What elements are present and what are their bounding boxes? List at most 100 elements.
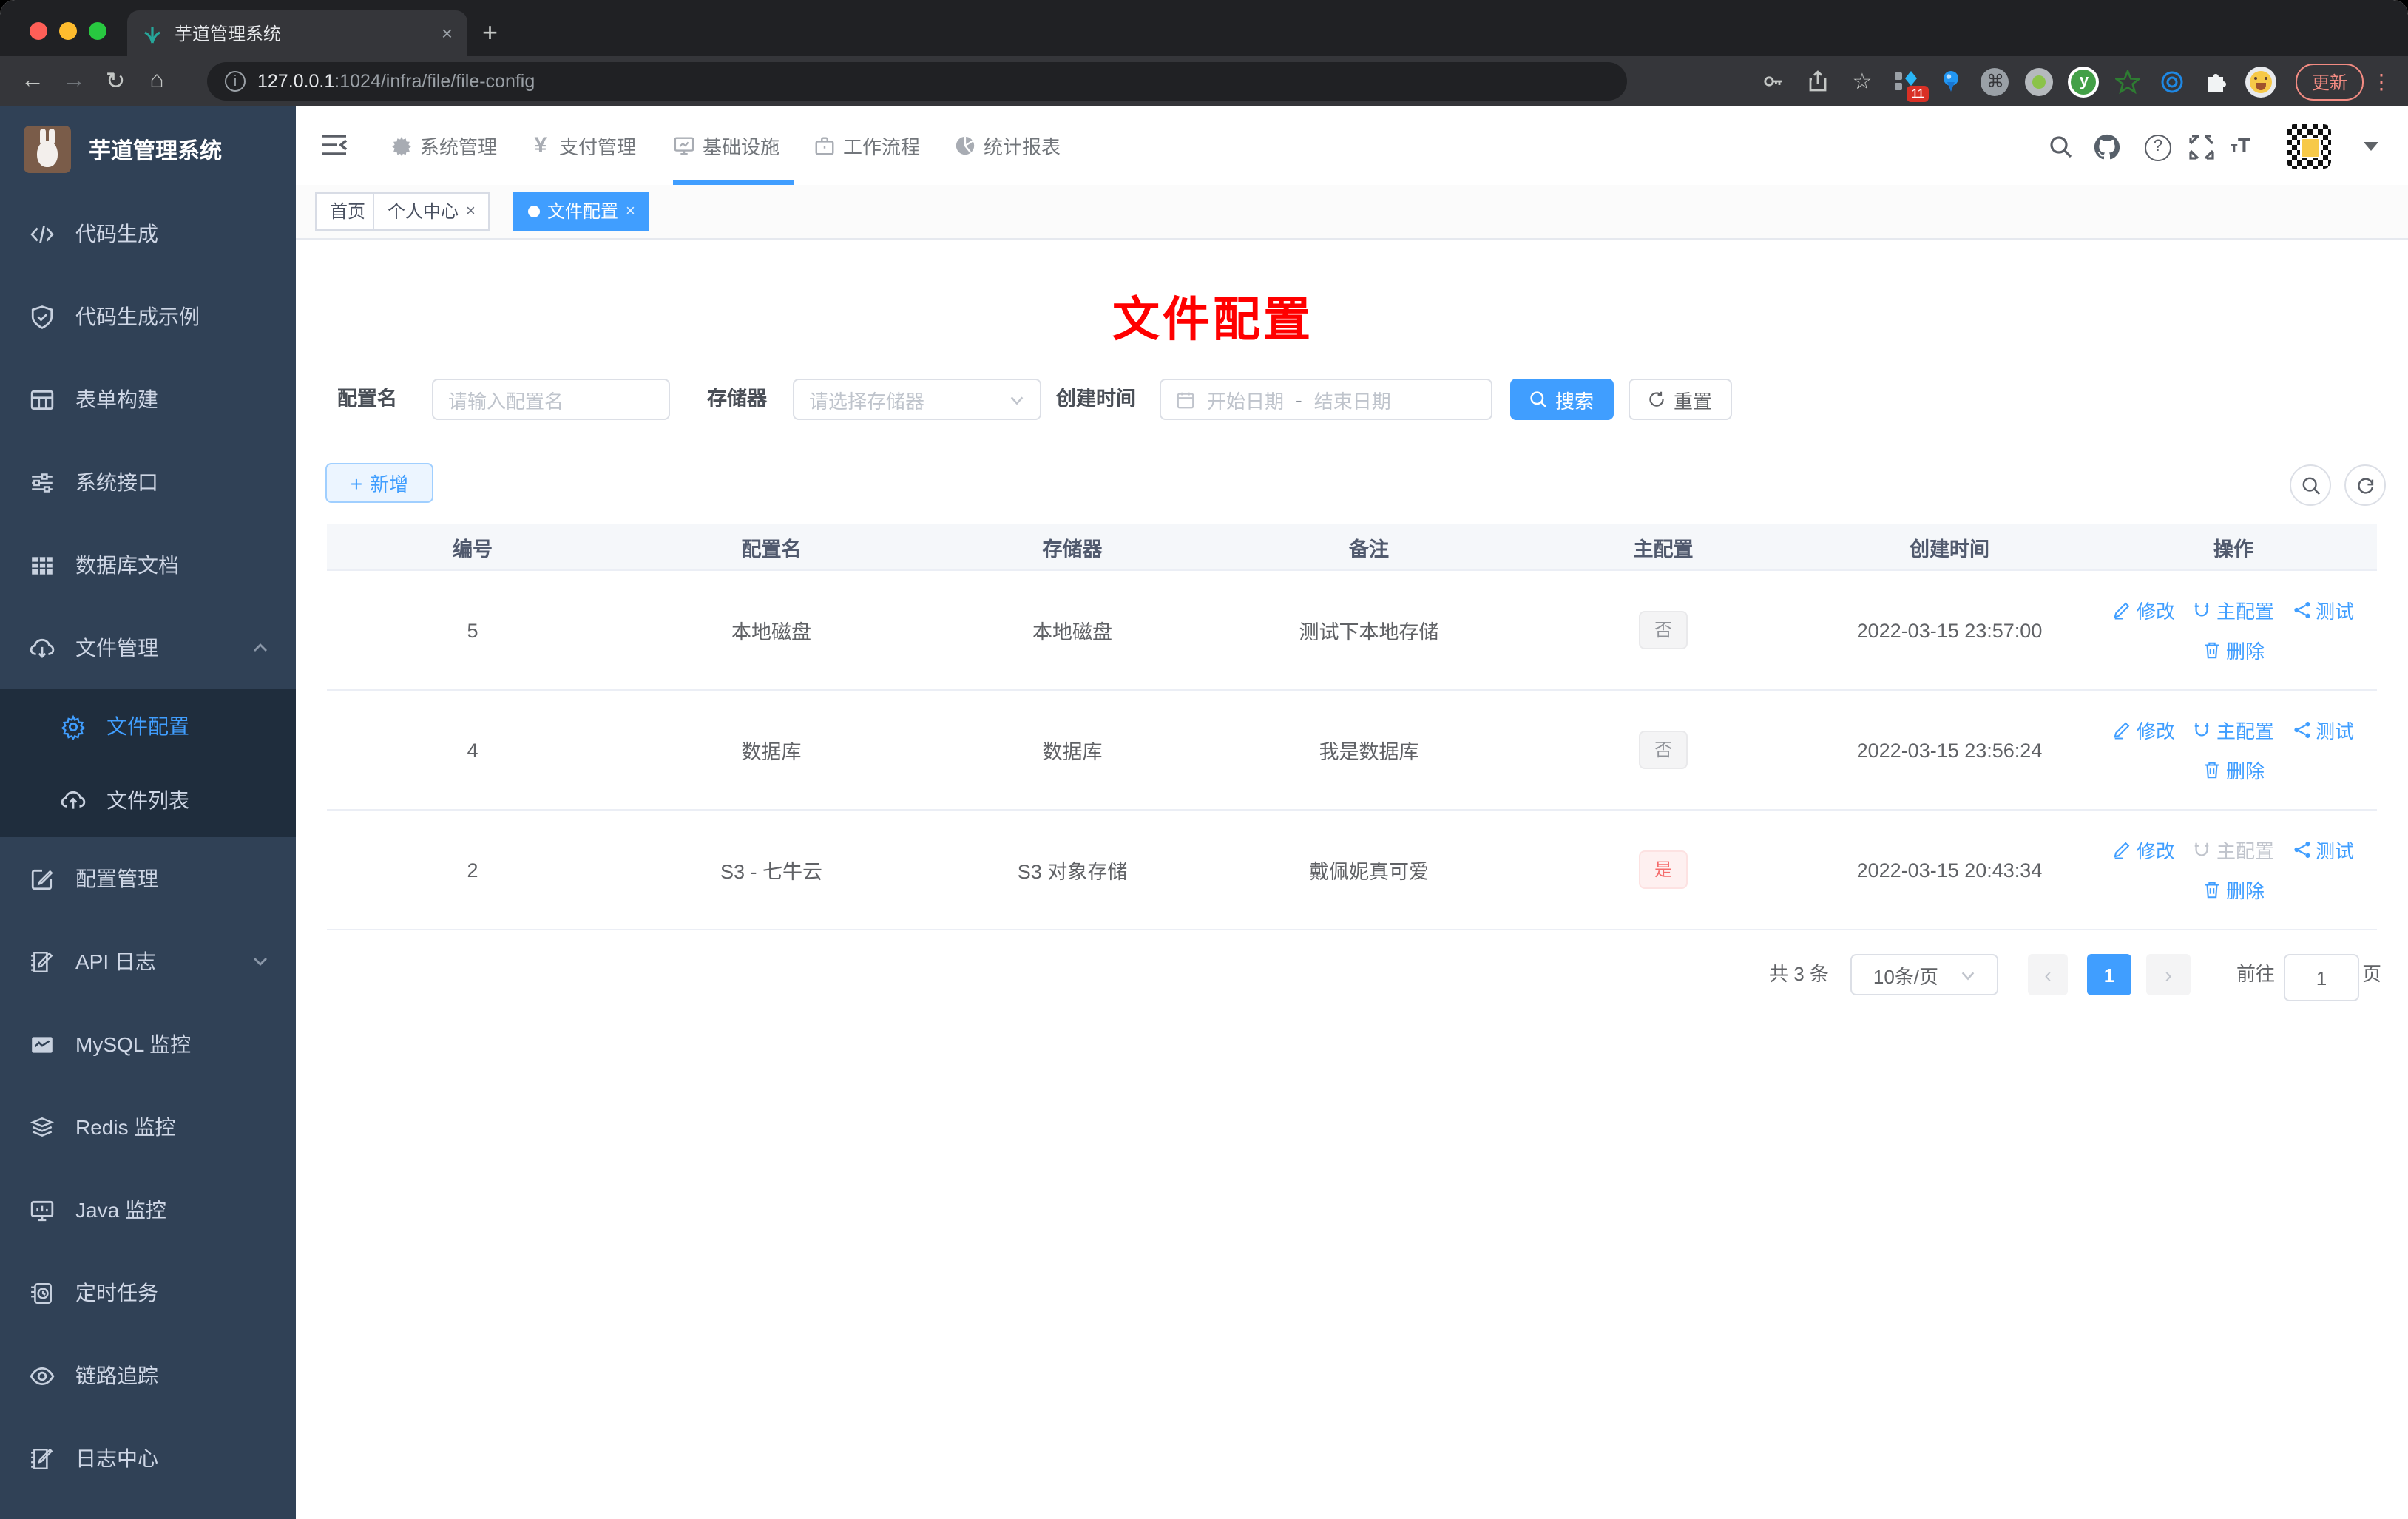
sidebar-item-system-api[interactable]: 系统接口 — [0, 441, 296, 524]
extensions-puzzle-icon[interactable] — [2201, 65, 2233, 98]
search-icon[interactable] — [2049, 135, 2074, 160]
table-search-toggle-button[interactable] — [2290, 464, 2331, 506]
sidebar-item-code-gen[interactable]: 代码生成 — [0, 192, 296, 275]
profile-emoji-avatar[interactable] — [2245, 65, 2278, 98]
extension-command-icon[interactable]: ⌘ — [1979, 65, 2012, 98]
edit-link[interactable]: 修改 — [2113, 596, 2175, 624]
site-info-icon[interactable]: i — [225, 71, 246, 92]
close-icon[interactable]: × — [626, 194, 635, 229]
browser-tab[interactable]: 芋道管理系统 × — [127, 10, 467, 56]
fullscreen-icon[interactable] — [2189, 135, 2214, 160]
topnav-payment[interactable]: ¥ 支付管理 — [530, 106, 636, 185]
test-link[interactable]: 测试 — [2292, 836, 2354, 864]
github-icon[interactable] — [2093, 133, 2121, 161]
extension-eye-icon[interactable] — [2157, 65, 2189, 98]
code-icon — [30, 225, 54, 243]
extension-star-icon[interactable] — [2112, 65, 2145, 98]
tag-file-config[interactable]: 文件配置 × — [513, 192, 650, 231]
address-bar[interactable]: i 127.0.0.1:1024/infra/file/file-config — [207, 62, 1627, 101]
master-status-badge: 否 — [1639, 611, 1687, 649]
edit-link[interactable]: 修改 — [2113, 836, 2175, 864]
sidebar-item-scheduled-tasks[interactable]: 定时任务 — [0, 1251, 296, 1334]
monitor-icon — [674, 137, 694, 155]
collapse-sidebar-icon[interactable] — [319, 130, 349, 160]
cloud-upload-icon — [61, 790, 86, 808]
sidebar-item-file-list[interactable]: 文件列表 — [0, 763, 296, 837]
sidebar-item-code-gen-example[interactable]: 代码生成示例 — [0, 275, 296, 358]
extension-pin-icon[interactable] — [1935, 65, 1967, 98]
test-link[interactable]: 测试 — [2292, 716, 2354, 744]
close-window-button[interactable] — [30, 22, 47, 40]
tag-profile[interactable]: 个人中心 × — [373, 192, 490, 231]
minimize-window-button[interactable] — [59, 22, 77, 40]
extension-recorder-icon[interactable] — [2023, 65, 2056, 98]
sidebar-item-redis-monitor[interactable]: Redis 监控 — [0, 1086, 296, 1168]
browser-window: 芋道管理系统 × + ← → ↻ ⌂ i 127.0.0.1:1024/infr… — [0, 0, 2408, 1519]
layers-icon — [30, 1116, 55, 1137]
topnav-reports[interactable]: 统计报表 — [954, 106, 1061, 185]
bookmark-star-icon[interactable]: ☆ — [1846, 65, 1878, 98]
sidebar-item-form-builder[interactable]: 表单构建 — [0, 358, 296, 441]
sidebar-item-db-doc[interactable]: 数据库文档 — [0, 524, 296, 606]
set-master-link[interactable]: 主配置 — [2193, 596, 2274, 624]
font-size-icon[interactable]: тT — [2231, 133, 2266, 158]
search-button[interactable]: 搜索 — [1510, 379, 1614, 420]
help-icon[interactable]: ? — [2145, 135, 2171, 161]
topnav-infrastructure[interactable]: 基础设施 — [673, 106, 779, 185]
new-tab-button[interactable]: + — [482, 15, 498, 50]
delete-link[interactable]: 删除 — [2202, 876, 2265, 904]
extension-badge: 11 — [1907, 86, 1929, 102]
filter-date-range[interactable]: 开始日期 - 结束日期 — [1160, 379, 1492, 420]
reset-button[interactable]: 重置 — [1629, 379, 1732, 420]
password-key-icon[interactable] — [1757, 65, 1790, 98]
avatar-caret-icon[interactable] — [2364, 142, 2378, 151]
sidebar-header[interactable]: 芋道管理系统 — [0, 106, 296, 192]
sidebar-item-java-monitor[interactable]: Java 监控 — [0, 1168, 296, 1251]
delete-link[interactable]: 删除 — [2202, 756, 2265, 784]
forward-icon[interactable]: → — [53, 68, 95, 95]
topnav-workflow[interactable]: 工作流程 — [814, 106, 920, 185]
sidebar-item-tracing[interactable]: 链路追踪 — [0, 1334, 296, 1417]
logo-avatar — [24, 126, 71, 173]
home-icon[interactable]: ⌂ — [136, 68, 177, 95]
page-size-select[interactable]: 10条/页 — [1850, 954, 1998, 995]
goto-page-input[interactable] — [2284, 954, 2359, 1001]
sidebar-item-mysql-monitor[interactable]: MySQL 监控 — [0, 1003, 296, 1086]
edit-link[interactable]: 修改 — [2113, 716, 2175, 744]
extension-y-icon[interactable]: y — [2068, 65, 2100, 98]
main-area: 系统管理 ¥ 支付管理 基础设施 工作流程 统计报表 ? тT 首页 个人中心 … — [296, 106, 2408, 1519]
set-master-link[interactable]: 主配置 — [2193, 716, 2274, 744]
back-icon[interactable]: ← — [12, 68, 53, 95]
table-row: 5 本地磁盘 本地磁盘 测试下本地存储 否 2022-03-15 23:57:0… — [327, 571, 2377, 691]
tag-home[interactable]: 首页 — [315, 192, 381, 231]
browser-menu-icon[interactable]: ⋮ — [2370, 69, 2393, 94]
test-link[interactable]: 测试 — [2292, 596, 2354, 624]
tab-close-icon[interactable]: × — [442, 22, 453, 44]
sidebar-item-api-log[interactable]: API 日志 — [0, 920, 296, 1003]
reload-icon[interactable]: ↻ — [95, 67, 136, 96]
yen-icon: ¥ — [534, 133, 547, 158]
share-icon[interactable] — [1802, 65, 1834, 98]
next-page-button[interactable]: › — [2146, 954, 2191, 995]
sidebar-item-log-center[interactable]: 日志中心 — [0, 1417, 296, 1500]
prev-page-button[interactable]: ‹ — [2028, 954, 2068, 995]
close-icon[interactable]: × — [466, 194, 476, 229]
sidebar-item-file-config[interactable]: 文件配置 — [0, 689, 296, 763]
filter-storage-select[interactable]: 请选择存储器 — [793, 379, 1041, 420]
sidebar-item-config-management[interactable]: 配置管理 — [0, 837, 296, 920]
current-page-button[interactable]: 1 — [2087, 954, 2131, 995]
extension-tag-manager-icon[interactable]: 11 — [1890, 65, 1929, 102]
sidebar-item-file-management[interactable]: 文件管理 — [0, 606, 296, 689]
browser-update-button[interactable]: 更新 — [2295, 63, 2364, 100]
delete-link[interactable]: 删除 — [2202, 636, 2265, 664]
pie-chart-icon — [956, 136, 975, 155]
user-avatar-qr[interactable] — [2287, 124, 2331, 169]
topnav-system[interactable]: 系统管理 — [390, 106, 497, 185]
table-header: 编号 配置名 存储器 备注 主配置 创建时间 操作 — [327, 524, 2377, 571]
add-button[interactable]: + 新增 — [325, 463, 433, 503]
table-refresh-button[interactable] — [2344, 464, 2386, 506]
share-nodes-icon — [2293, 842, 2310, 858]
magnet-icon — [2195, 723, 2210, 737]
filter-name-input[interactable]: 请输入配置名 — [432, 379, 670, 420]
zoom-window-button[interactable] — [89, 22, 106, 40]
